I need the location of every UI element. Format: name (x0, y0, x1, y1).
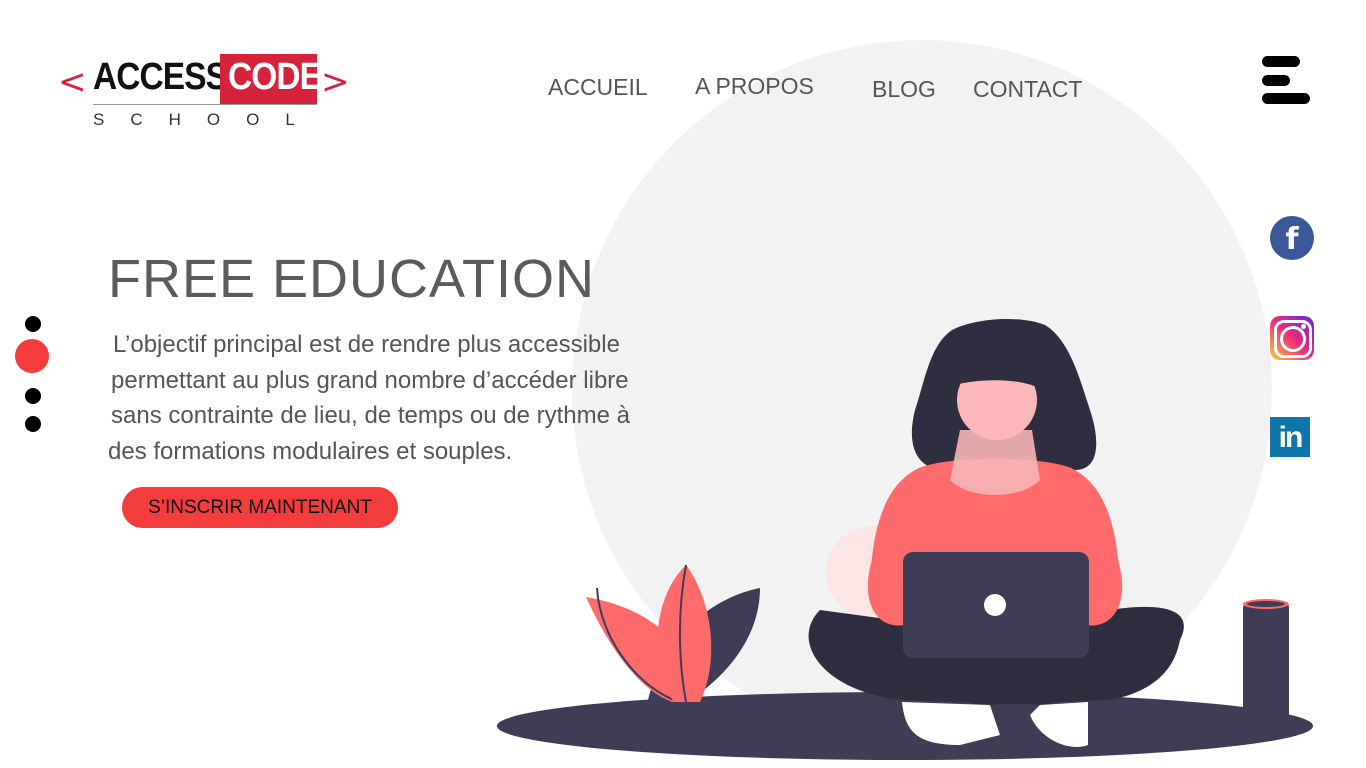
hero-line-1: L’objectif principal est de rendre plus … (113, 331, 620, 358)
pager-dot-2-active[interactable] (15, 339, 49, 373)
burger-line-bottom (1262, 93, 1310, 104)
linkedin-icon[interactable]: in (1270, 417, 1310, 457)
hero-line-4: des formations modulaires et souples. (108, 437, 513, 465)
logo-school-text: SCHOOL (93, 110, 321, 129)
signup-now-button[interactable]: S’INSCRIR MAINTENANT (122, 487, 398, 528)
logo-bracket-left: < (58, 62, 87, 102)
logo-code-text: CODE (228, 56, 322, 98)
hamburger-menu-icon[interactable] (1262, 56, 1310, 104)
smart-speaker-illustration (1243, 599, 1289, 732)
instagram-lens (1280, 326, 1306, 352)
facebook-icon[interactable]: f (1270, 216, 1314, 260)
logo-bracket-right: > (321, 62, 350, 102)
hero-line-2: permettant au plus grand nombre d’accéde… (111, 366, 629, 394)
hero-line-3: sans contrainte de lieu, de temps ou de … (111, 402, 630, 429)
nav-a-propos[interactable]: A PROPOS (695, 73, 814, 100)
nav-blog[interactable]: BLOG (872, 76, 936, 103)
hero-description: L’objectif principal est de rendre plus … (108, 327, 748, 469)
pager-dot-1[interactable] (25, 316, 41, 332)
logo-access-text: ACCESS (93, 56, 228, 98)
pager-dot-4[interactable] (25, 416, 41, 432)
brand-logo[interactable]: < ACCESS CODE > SCHOOL (58, 52, 358, 134)
nav-contact[interactable]: CONTACT (973, 76, 1082, 103)
nav-accueil[interactable]: ACCUEIL (548, 74, 648, 101)
pager-dot-3[interactable] (25, 388, 41, 404)
burger-line-top (1262, 56, 1300, 67)
logo-underline (93, 104, 317, 105)
instagram-icon[interactable] (1270, 316, 1314, 360)
instagram-flash (1301, 324, 1306, 329)
burger-line-middle (1262, 75, 1290, 86)
hero-title: FREE EDUCATION (108, 249, 596, 309)
